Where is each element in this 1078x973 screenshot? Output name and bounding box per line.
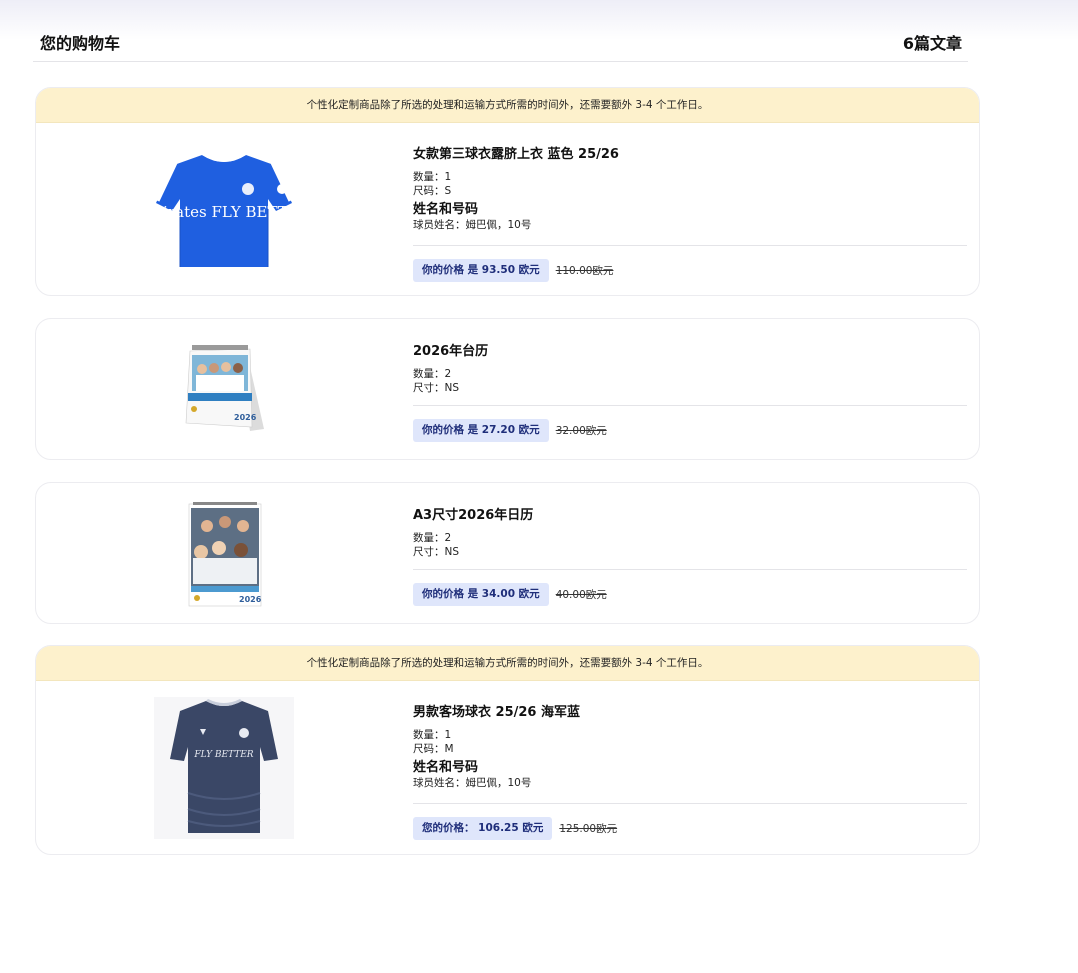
item-info: 2026年台历 数量：2 尺寸：NS	[413, 340, 967, 395]
item-quantity: 数量：1	[413, 729, 452, 741]
price-row: 您的价格： 106.25 欧元 125.00欧元	[413, 817, 617, 840]
calendar-year-text: 2026	[234, 413, 257, 422]
item-name[interactable]: 女款第三球衣露脐上衣 蓝色 25/26	[413, 143, 967, 162]
page-title: 您的购物车	[40, 34, 121, 53]
divider	[413, 405, 967, 406]
cart-header: 您的购物车 6篇文章	[33, 22, 968, 62]
original-price: 110.00欧元	[555, 265, 614, 277]
item-size: 尺码：S	[413, 185, 452, 197]
personalization-detail: 球员姓名：姆巴佩，10号	[413, 777, 532, 789]
price-row: 你的价格 是 93.50 欧元 110.00欧元	[413, 259, 613, 282]
item-size: 尺码：M	[413, 743, 454, 755]
price-row: 你的价格 是 34.00 欧元 40.00欧元	[413, 583, 607, 606]
divider	[413, 803, 967, 804]
divider	[413, 569, 967, 570]
item-count: 6篇文章	[902, 34, 962, 53]
desk-calendar-image[interactable]: 2026	[184, 343, 268, 435]
personalization-detail: 球员姓名：姆巴佩，10号	[413, 219, 532, 231]
divider	[413, 245, 967, 246]
item-name[interactable]: 2026年台历	[413, 340, 967, 359]
navy-away-jersey-image[interactable]: FLY BETTER	[154, 697, 294, 839]
wall-calendar-image[interactable]: 2026	[187, 500, 263, 608]
item-info: A3尺寸2026年日历 数量：2 尺寸：NS	[413, 504, 967, 559]
original-price: 125.00欧元	[559, 823, 618, 835]
personalization-heading: 姓名和号码	[413, 760, 479, 775]
blue-crop-top-jersey-image[interactable]: Emirates FLY BETTER	[154, 151, 294, 271]
sponsor-text: Emirates FLY BETTER	[154, 203, 294, 221]
sale-price-badge: 你的价格 是 34.00 欧元	[413, 583, 549, 606]
calendar-year-text: 2026	[239, 595, 262, 604]
sale-price-badge: 你的价格 是 27.20 欧元	[413, 419, 549, 442]
sale-price-badge: 您的价格： 106.25 欧元	[413, 817, 553, 840]
item-size: 尺寸：NS	[413, 546, 460, 558]
sale-price-badge: 你的价格 是 93.50 欧元	[413, 259, 549, 282]
price-row: 你的价格 是 27.20 欧元 32.00欧元	[413, 419, 607, 442]
item-info: 女款第三球衣露脐上衣 蓝色 25/26 数量：1 尺码：S 姓名和号码 球员姓名…	[413, 143, 967, 232]
cart-item-card: 2026 A3尺寸2026年日历 数量：2 尺寸：NS 你的价格 是 34.00…	[35, 482, 980, 624]
item-quantity: 数量：1	[413, 171, 452, 183]
sponsor-text: FLY BETTER	[193, 750, 253, 760]
item-info: 男款客场球衣 25/26 海军蓝 数量：1 尺码：M 姓名和号码 球员姓名：姆巴…	[413, 701, 967, 790]
personalization-heading: 姓名和号码	[413, 202, 479, 217]
original-price: 40.00欧元	[555, 589, 607, 601]
personalization-notice: 个性化定制商品除了所选的处理和运输方式所需的时间外，还需要额外 3-4 个工作日…	[36, 646, 979, 681]
cart-item-card: 个性化定制商品除了所选的处理和运输方式所需的时间外，还需要额外 3-4 个工作日…	[35, 645, 980, 855]
personalization-notice: 个性化定制商品除了所选的处理和运输方式所需的时间外，还需要额外 3-4 个工作日…	[36, 88, 979, 123]
cart-item-card: 2026 2026年台历 数量：2 尺寸：NS 你的价格 是 27.20 欧元 …	[35, 318, 980, 460]
item-name[interactable]: 男款客场球衣 25/26 海军蓝	[413, 701, 967, 720]
cart-item-card: 个性化定制商品除了所选的处理和运输方式所需的时间外，还需要额外 3-4 个工作日…	[35, 87, 980, 296]
item-name[interactable]: A3尺寸2026年日历	[413, 504, 967, 523]
original-price: 32.00欧元	[555, 425, 607, 437]
item-quantity: 数量：2	[413, 532, 452, 544]
item-quantity: 数量：2	[413, 368, 452, 380]
item-size: 尺寸：NS	[413, 382, 460, 394]
